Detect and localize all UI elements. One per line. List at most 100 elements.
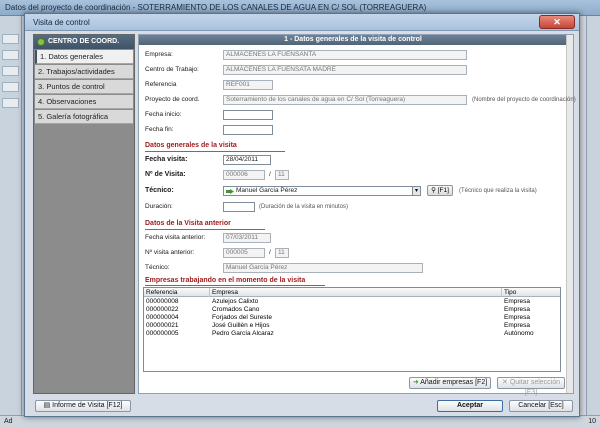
parent-panel-cell[interactable]	[2, 50, 19, 60]
cell-empresa: Cromados Cano	[212, 306, 260, 313]
cell-tipo: Empresa	[504, 322, 531, 329]
column-header-empresa[interactable]: Empresa	[210, 288, 502, 297]
remove-selection-label: Quitar selección [F3]	[509, 379, 561, 396]
referencia-field[interactable]: REF001	[223, 80, 273, 90]
cancelar-button[interactable]: Cancelar [Esc]	[509, 400, 573, 412]
num-visita-total-field[interactable]: 11	[275, 170, 289, 180]
num-anterior-total-field[interactable]: 11	[275, 248, 289, 258]
column-header-referencia[interactable]: Referencia	[144, 288, 210, 297]
tecnico-anterior-field[interactable]: Manuel García Pérez	[223, 263, 423, 273]
content-scrollbar[interactable]	[566, 35, 573, 393]
remove-icon: ✕	[501, 379, 508, 386]
parent-window-title: Datos del proyecto de coordinación - SOT…	[5, 3, 427, 12]
status-right-text: 10	[588, 418, 596, 425]
parent-panel-cell[interactable]	[2, 34, 19, 44]
tecnico-combo[interactable]: Manuel García Pérez	[223, 186, 421, 196]
nav-header: CENTRO DE COORD.	[34, 35, 134, 49]
nav-item-puntos-control[interactable]: 3. Puntos de control	[35, 80, 133, 94]
tecnico-hint: (Técnico que realiza la visita)	[459, 188, 537, 194]
nav-item-datos-generales[interactable]: 1. Datos generales	[35, 50, 133, 64]
duracion-label: Duración:	[145, 203, 173, 210]
column-header-tipo[interactable]: Tipo	[502, 288, 560, 297]
cell-tipo: Empresa	[504, 306, 531, 313]
duracion-hint: (Duración de la visita en minutos)	[259, 204, 349, 210]
cell-referencia: 000000005	[146, 330, 179, 337]
table-row[interactable]: 000000021 José Guillén e Hijos Empresa	[144, 322, 560, 330]
close-button[interactable]: ✕	[539, 15, 575, 29]
referencia-label: Referencia	[145, 81, 177, 88]
dialog-titlebar[interactable]: Visita de control ✕	[25, 14, 579, 31]
fecha-visita-field[interactable]: 28/04/2011	[223, 155, 271, 165]
table-row[interactable]: 000000008 Azulejos Calixto Empresa	[144, 298, 560, 306]
empresa-label: Empresa:	[145, 51, 173, 58]
report-icon: ▤	[43, 402, 51, 409]
table-row[interactable]: 000000022 Cromados Cano Empresa	[144, 306, 560, 314]
proyecto-field[interactable]: Soterramiento de los canales de agua en …	[223, 95, 467, 105]
add-empresas-button[interactable]: ➜ Añadir empresas [F2]	[409, 377, 491, 389]
visita-section-title: Datos generales de la visita	[145, 142, 237, 149]
status-left-text: Ad	[4, 418, 13, 425]
num-anterior-field[interactable]: 000005	[223, 248, 265, 258]
num-anterior-separator: /	[269, 249, 271, 256]
anterior-section-divider	[145, 229, 265, 230]
fecha-inicio-field[interactable]	[223, 110, 273, 120]
add-empresas-label: Añadir empresas [F2]	[420, 379, 488, 386]
table-row[interactable]: 000000004 Forjados del Sureste Empresa	[144, 314, 560, 322]
cell-referencia: 000000004	[146, 314, 179, 321]
nav-item-galeria[interactable]: 5. Galería fotográfica	[35, 110, 133, 124]
close-icon: ✕	[553, 17, 561, 27]
centro-trabajo-field[interactable]: ALMACENES LA FUENSATA MADRE	[223, 65, 467, 75]
magnifier-icon: ⚲	[431, 187, 436, 194]
parent-right-scrollbar[interactable]	[586, 16, 600, 427]
nav-item-observaciones[interactable]: 4. Observaciones	[35, 95, 133, 109]
cell-empresa: Azulejos Calixto	[212, 298, 259, 305]
fecha-anterior-field[interactable]: 07/03/2011	[223, 233, 271, 243]
duracion-field[interactable]	[223, 202, 255, 212]
fecha-fin-label: Fecha fin:	[145, 126, 174, 133]
fecha-inicio-label: Fecha inicio:	[145, 111, 182, 118]
cell-empresa: Pedro García Alcaraz	[212, 330, 274, 337]
parent-panel-cell[interactable]	[2, 82, 19, 92]
tecnico-search-button[interactable]: ⚲ [F1]	[427, 185, 453, 196]
cell-tipo: Empresa	[504, 314, 531, 321]
fecha-anterior-label: Fecha visita anterior:	[145, 234, 206, 241]
tecnico-value: Manuel García Pérez	[236, 187, 298, 194]
empresas-section-divider	[145, 285, 325, 286]
num-visita-field[interactable]: 000006	[223, 170, 265, 180]
visita-section-divider	[145, 151, 285, 152]
num-anterior-label: Nº visita anterior:	[145, 249, 195, 256]
remove-selection-button[interactable]: ✕ Quitar selección [F3]	[497, 377, 565, 396]
informe-visita-label: Informe de Visita [F12]	[52, 402, 123, 409]
num-visita-label: Nº de Visita:	[145, 171, 186, 178]
parent-panel-cell[interactable]	[2, 66, 19, 76]
empresa-field[interactable]: ALMACENES LA FUENSANTA	[223, 50, 467, 60]
cell-empresa: José Guillén e Hijos	[212, 322, 270, 329]
nav-header-label: CENTRO DE COORD.	[48, 38, 120, 45]
aceptar-button[interactable]: Aceptar	[437, 400, 503, 412]
empresas-table: Referencia Empresa Tipo 000000008 Azulej…	[143, 287, 561, 372]
fecha-fin-field[interactable]	[223, 125, 273, 135]
tecnico-search-label: [F1]	[437, 187, 449, 194]
visita-dialog: Visita de control ✕ CENTRO DE COORD. 1. …	[24, 13, 580, 417]
proyecto-hint: (Nombre del proyecto de coordinación)	[472, 97, 576, 103]
section-title: 1 - Datos generales de la visita de cont…	[139, 35, 567, 45]
cell-referencia: 000000021	[146, 322, 179, 329]
table-row[interactable]: 000000005 Pedro García Alcaraz Autónomo	[144, 330, 560, 338]
cell-tipo: Autónomo	[504, 330, 534, 337]
dialog-title: Visita de control	[33, 18, 90, 27]
num-visita-separator: /	[269, 171, 271, 178]
nav-item-trabajos[interactable]: 2. Trabajos/actividades	[35, 65, 133, 79]
chevron-down-icon[interactable]: ▾	[412, 186, 421, 196]
tecnico-anterior-label: Técnico:	[145, 264, 170, 271]
cell-referencia: 000000008	[146, 298, 179, 305]
parent-left-panel	[0, 16, 22, 427]
anterior-section-title: Datos de la Visita anterior	[145, 220, 231, 227]
informe-visita-button[interactable]: ▤ Informe de Visita [F12]	[35, 400, 131, 412]
parent-panel-cell[interactable]	[2, 98, 19, 108]
coordination-icon	[37, 38, 45, 46]
plus-arrow-icon: ➜	[412, 379, 419, 386]
empresas-section-title: Empresas trabajando en el momento de la …	[145, 277, 306, 284]
cell-tipo: Empresa	[504, 298, 531, 305]
fecha-visita-label: Fecha visita:	[145, 156, 188, 163]
cell-empresa: Forjados del Sureste	[212, 314, 272, 321]
